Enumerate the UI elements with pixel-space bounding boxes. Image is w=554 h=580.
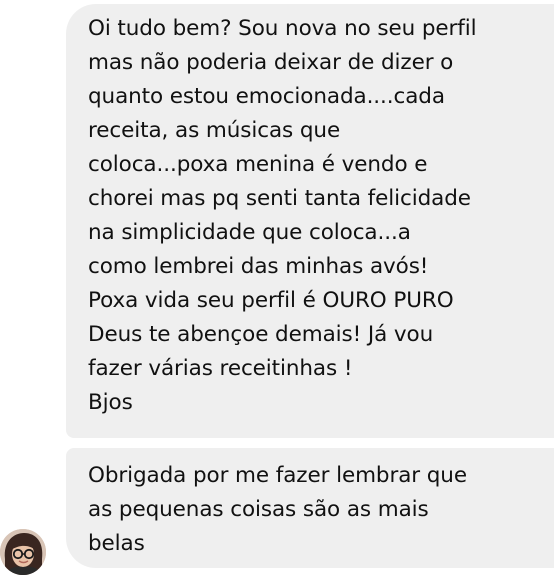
message-line: como lembrei das minhas avós! <box>88 254 429 279</box>
message-line: coloca...poxa menina é vendo e <box>88 152 428 177</box>
message-line: Deus te abençoe demais! Já vou <box>88 322 434 347</box>
message-line: belas <box>88 531 145 556</box>
message-line: Poxa vida seu perfil é OURO PURO <box>88 288 454 313</box>
message-line: Obrigada por me fazer lembrar que <box>88 463 467 488</box>
message-line: receita, as músicas que <box>88 118 341 143</box>
message-thread: Oi tudo bem? Sou nova no seu perfil mas … <box>0 0 554 580</box>
message-line: as pequenas coisas são as mais <box>88 497 429 522</box>
message-line: fazer várias receitinhas ! <box>88 356 353 381</box>
message-text: Obrigada por me fazer lembrar que as peq… <box>88 448 540 561</box>
message-line: na simplicidade que coloca...a <box>88 220 411 245</box>
message-bubble[interactable]: Obrigada por me fazer lembrar que as peq… <box>66 448 554 568</box>
message-bubble[interactable]: Oi tudo bem? Sou nova no seu perfil mas … <box>66 4 554 438</box>
message-line: mas não poderia deixar de dizer o <box>88 50 454 75</box>
message-line: quanto estou emocionada....cada <box>88 84 445 109</box>
message-line: Oi tudo bem? Sou nova no seu perfil <box>88 16 477 41</box>
message-text: Oi tudo bem? Sou nova no seu perfil mas … <box>88 4 540 420</box>
message-line: Bjos <box>88 390 133 415</box>
user-avatar-icon[interactable] <box>0 529 46 575</box>
message-line: chorei mas pq senti tanta felicidade <box>88 186 471 211</box>
